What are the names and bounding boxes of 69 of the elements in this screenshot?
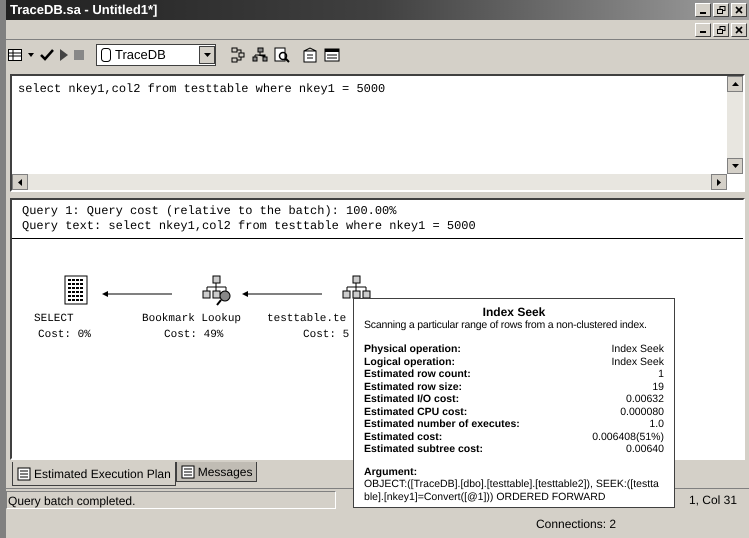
restore-icon xyxy=(716,6,726,14)
down-arrow-icon[interactable] xyxy=(732,164,738,168)
property-value: 1 xyxy=(658,368,664,380)
node-label: testtable.te xyxy=(267,312,346,327)
node-cost: Cost: 0% xyxy=(38,328,91,343)
property-label: Estimated row count: xyxy=(364,368,471,380)
dropdown-arrow-icon[interactable] xyxy=(28,53,34,57)
property-label: Estimated number of executes: xyxy=(364,418,520,430)
property-label: Estimated cost: xyxy=(364,430,442,443)
restore-button[interactable] xyxy=(713,22,729,36)
database-dropdown[interactable]: TraceDB xyxy=(96,44,216,66)
database-icon xyxy=(101,47,111,63)
tooltip-description: Scanning a particular range of rows from a non-clustered index. xyxy=(364,318,648,331)
node-cost: Cost: 5 xyxy=(303,328,350,343)
grid-icon[interactable] xyxy=(8,49,22,61)
property-value: 0.006408(51%) xyxy=(592,430,664,443)
up-arrow-icon[interactable] xyxy=(732,82,738,86)
minimize-button[interactable] xyxy=(695,22,711,36)
close-icon xyxy=(735,6,743,14)
property-label: Physical operation: xyxy=(364,343,461,356)
connections-count: Connections: 2 xyxy=(536,518,616,531)
minimize-button[interactable] xyxy=(695,3,711,17)
tab[interactable]: Estimated Execution Plan xyxy=(12,462,176,486)
right-arrow-icon[interactable] xyxy=(717,178,721,186)
document-icon xyxy=(180,464,195,478)
minimize-icon xyxy=(700,12,706,14)
property-label: Estimated row size: xyxy=(364,380,462,393)
argument-text: OBJECT:([TraceDB].[dbo].[testtable].[testtable2]), SEEK:([testtable].[nkey1]=Convert([@1])) ORDERED FORWARD xyxy=(364,478,660,503)
restore-icon xyxy=(716,26,726,34)
node-label: SELECT xyxy=(34,312,74,327)
dropdown-button[interactable] xyxy=(199,46,215,64)
query-info-text: Query 1: Query cost (relative to the batch): 100.00% xyxy=(22,204,398,219)
property-value: 0.00632 xyxy=(626,393,664,406)
restore-button[interactable] xyxy=(713,3,729,17)
status-message: Query batch completed. xyxy=(6,490,336,508)
close-button[interactable] xyxy=(731,22,747,36)
property-value: Index Seek xyxy=(611,343,664,356)
vertical-scrollbar[interactable] xyxy=(727,76,743,174)
check-icon[interactable] xyxy=(40,49,54,61)
node-cost: Cost: 49% xyxy=(164,328,224,343)
property-value: 19 xyxy=(652,380,664,393)
property-label: Logical operation: xyxy=(364,356,456,368)
search-icon[interactable] xyxy=(274,47,290,63)
tree-icon[interactable] xyxy=(252,47,268,63)
tab[interactable]: Messages xyxy=(176,462,258,482)
property-label: Estimated subtree cost: xyxy=(364,443,484,456)
left-arrow-icon[interactable] xyxy=(18,178,22,186)
property-value: Index Seek xyxy=(611,356,664,368)
arrow xyxy=(102,290,172,298)
property-label: Estimated I/O cost: xyxy=(364,393,460,406)
query-info-text: Query text: select nkey1,col2 from testtable where nkey1 = 5000 xyxy=(22,219,477,234)
window-icon[interactable] xyxy=(324,47,340,63)
tooltip-title: Index Seek xyxy=(482,306,546,318)
node-label: Bookmark Lookup xyxy=(142,312,242,327)
minimize-icon xyxy=(700,31,706,33)
properties-icon[interactable] xyxy=(302,47,318,63)
close-icon xyxy=(735,26,743,34)
play-icon[interactable] xyxy=(60,49,68,61)
property-value: 0.00640 xyxy=(626,443,664,456)
document-icon xyxy=(64,275,88,305)
property-value: 1.0 xyxy=(649,418,664,430)
property-label: Estimated CPU cost: xyxy=(364,406,468,418)
close-button[interactable] xyxy=(731,3,747,17)
window-title: TraceDB.sa - Untitled1*] xyxy=(9,1,158,20)
cursor-position: 1, Col 31 xyxy=(688,492,737,508)
argument-label: Argument: xyxy=(364,466,418,478)
caret-icon xyxy=(204,53,210,57)
property-value: 0.000080 xyxy=(620,406,664,418)
horizontal-scrollbar[interactable] xyxy=(12,174,727,190)
